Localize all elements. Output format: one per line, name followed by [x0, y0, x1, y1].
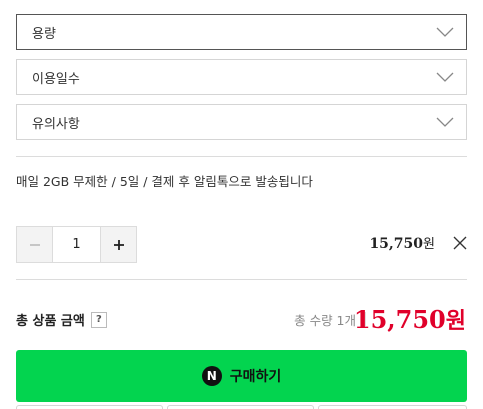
increase-button[interactable] — [100, 227, 136, 262]
divider — [16, 156, 467, 157]
option-price-currency: 원 — [423, 237, 435, 252]
chevron-down-icon — [436, 117, 454, 127]
secondary-button[interactable] — [318, 405, 467, 409]
plus-icon — [113, 239, 124, 250]
naver-pay-icon: N — [201, 366, 222, 386]
divider — [16, 279, 467, 280]
total-price: 15,750원 — [354, 303, 466, 335]
quantity-value[interactable]: 1 — [53, 227, 100, 262]
decrease-button[interactable] — [17, 227, 53, 262]
total-quantity: 총 수량 1개 — [294, 313, 356, 328]
option-price-value: 15,750 — [369, 236, 424, 252]
notice-select[interactable]: 유의사항 — [16, 104, 467, 140]
buy-button-label: 구매하기 — [229, 369, 282, 385]
option-price: 15,750원 — [369, 233, 435, 252]
selected-option-description: 매일 2GB 무제한 / 5일 / 결제 후 알림톡으로 발송됩니다 — [16, 174, 313, 189]
chevron-down-icon — [436, 27, 454, 37]
help-icon[interactable]: ? — [90, 311, 107, 328]
notice-select-label: 유의사항 — [32, 116, 80, 132]
total-label: 총 상품 금액 ? — [16, 310, 107, 329]
buy-button[interactable]: N 구매하기 — [16, 350, 467, 402]
chevron-down-icon — [436, 72, 454, 82]
capacity-select[interactable]: 용량 — [16, 14, 467, 50]
capacity-select-label: 용량 — [32, 26, 56, 42]
days-select[interactable]: 이용일수 — [16, 59, 467, 95]
quantity-stepper[interactable]: 1 — [16, 226, 137, 263]
days-select-label: 이용일수 — [32, 71, 80, 87]
total-price-currency: 원 — [445, 309, 466, 334]
secondary-button[interactable] — [167, 405, 314, 409]
minus-icon — [29, 243, 40, 246]
total-label-text: 총 상품 금액 — [16, 314, 85, 329]
close-icon[interactable] — [453, 236, 467, 250]
secondary-button[interactable] — [16, 405, 163, 409]
total-price-value: 15,750 — [353, 305, 446, 334]
